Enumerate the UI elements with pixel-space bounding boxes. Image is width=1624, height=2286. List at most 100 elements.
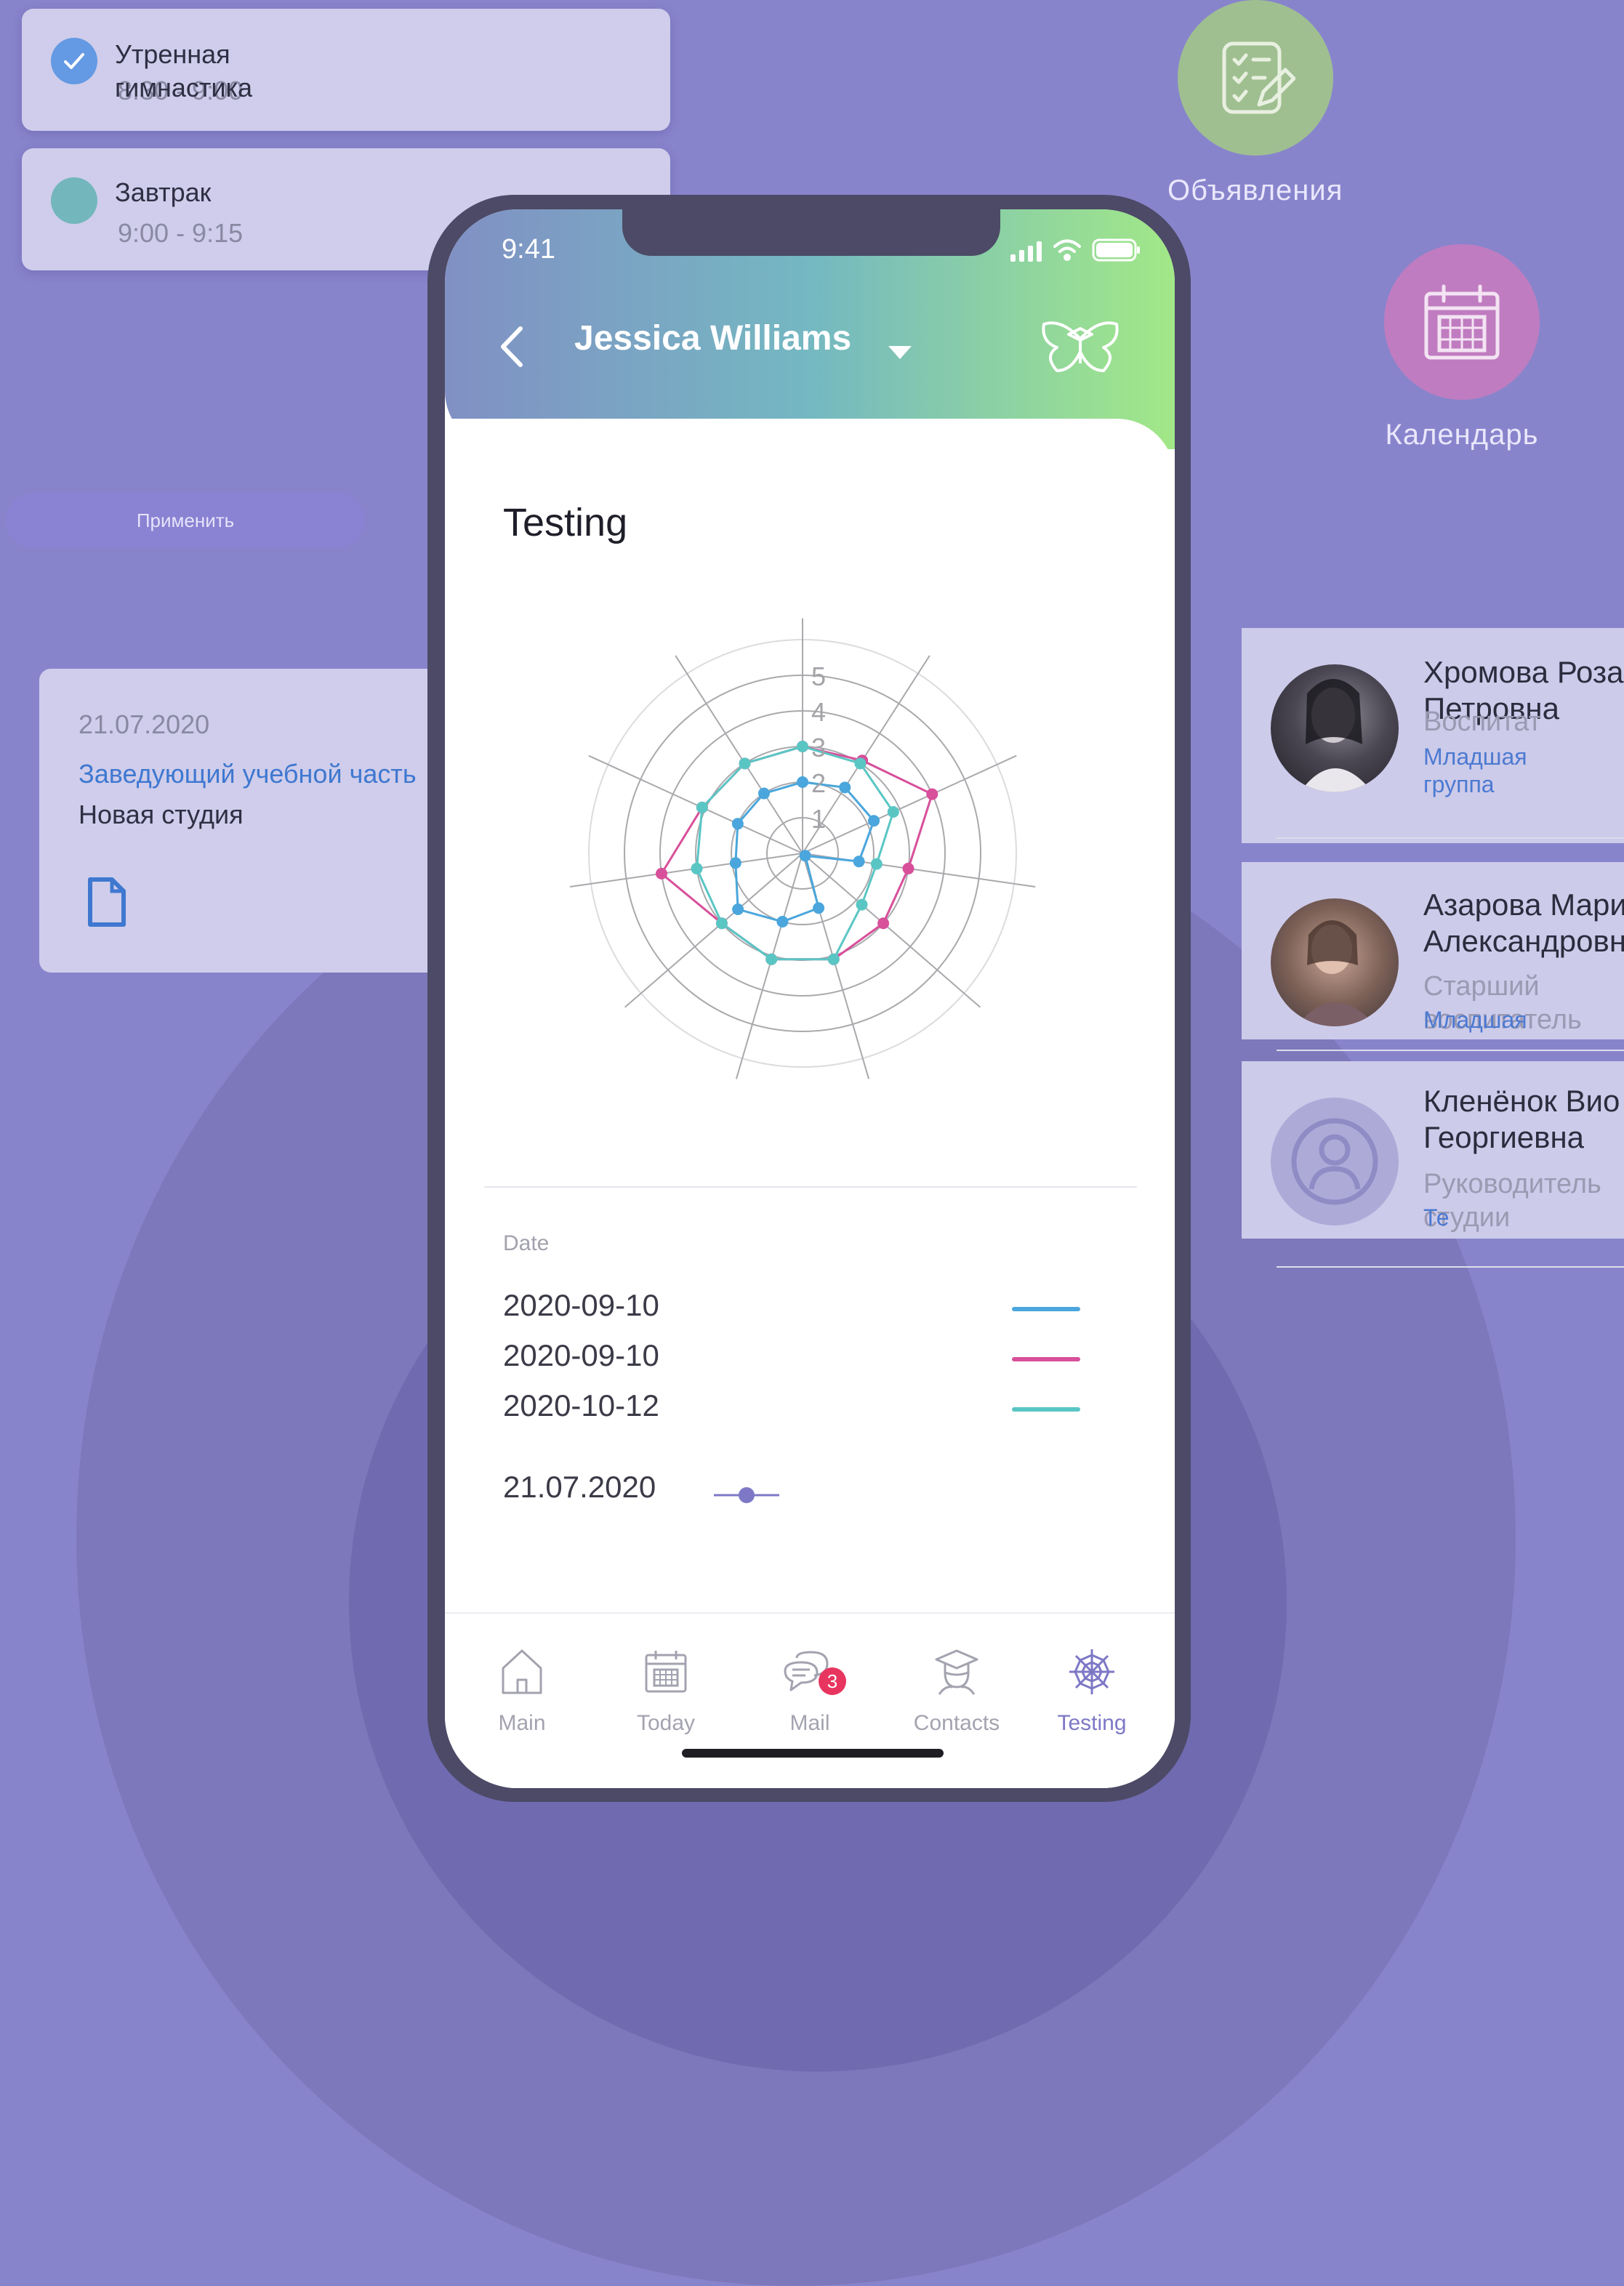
radar-point [655,867,667,880]
checklist-pencil-icon [1177,0,1333,156]
signal-icon [1009,240,1045,265]
legend-line-teal [1012,1407,1080,1412]
radar-point [877,917,890,930]
radar-point [868,815,880,827]
radar-point [854,757,867,770]
avatar [1271,664,1399,792]
radar-point [729,857,741,869]
radar-chart: 1 2 3 4 5 [569,618,1036,1079]
spiderweb-icon [1026,1643,1157,1701]
legend-line-pink [1012,1357,1080,1361]
radar-point [902,862,914,874]
home-indicator [682,1749,944,1758]
radar-point [691,862,703,874]
contact-divider [1277,837,1624,839]
tab-label: Mail [789,1711,830,1735]
date-slider[interactable] [712,1484,781,1510]
tab-label: Main [498,1711,546,1735]
header-name[interactable]: Jessica Williams [574,318,851,358]
contact-card[interactable]: Кленёнок Вио Георгиевна Руководитель студи… [1242,1061,1624,1239]
date-row[interactable]: 2020-09-10 [503,1288,659,1323]
radar-point [765,953,778,965]
apply-button[interactable]: Применить [6,493,365,548]
user-placeholder-icon [1271,1098,1399,1225]
contact-group: Тер [1423,1204,1450,1239]
radar-point [870,858,883,870]
task-time: 9:00 - 9:15 [118,218,244,248]
radar-point [827,953,840,965]
document-file-icon[interactable] [87,877,126,931]
radar-spoke [624,853,803,1008]
radar-tick-label: 1 [811,804,826,834]
screen-title: Testing [503,501,628,544]
document-card[interactable]: 21.07.2020 Заведующий учебной часть Нова… [39,669,446,973]
tab-today[interactable]: Today [600,1643,731,1736]
radar-series-line [660,745,934,961]
radar-point [731,818,744,830]
tab-main[interactable]: Main [457,1643,587,1736]
date-row[interactable]: 2020-09-10 [503,1338,659,1373]
back-icon[interactable] [499,326,525,371]
contact-divider [1277,1266,1624,1268]
task-title: Утренная гимнастика [115,39,253,102]
feature-announcements[interactable]: Объявления [1167,0,1343,207]
legend-line-blue [1012,1307,1080,1311]
radar-spoke [802,853,981,1008]
divider [484,1186,1137,1188]
radar-point [776,916,789,928]
status-time: 9:41 [502,234,555,265]
contact-name: Азарова Мари Александровн [1423,888,1624,958]
radar-tick-label: 3 [811,733,826,762]
radar-point [797,776,808,788]
radar-tick-label: 4 [811,697,826,727]
contact-card[interactable]: Азарова Мари Александровн Старший воспитат… [1242,862,1624,1039]
feature-label: Объявления [1167,174,1343,206]
document-title: Новая студия [79,800,244,829]
radar-spoke [735,853,803,1079]
radar-point [813,902,825,914]
radar-tick-label: 2 [811,768,826,798]
contact-group: Младшаягруппа [1423,1007,1527,1039]
radar-point [715,917,728,930]
chevron-down-icon[interactable] [887,345,913,364]
contact-group: Младшаягруппа [1423,744,1527,797]
radar-point [926,788,938,800]
graduate-icon [891,1643,1022,1701]
radar-spoke [569,853,803,888]
avatar [1271,898,1399,1026]
document-date: 21.07.2020 [79,709,210,739]
notch [622,209,1000,256]
phone-screen: 9:41 Jessica Williams Testing 1 2 3 4 5 Date… [445,209,1175,1788]
task-title: Завтрак [115,177,212,207]
tab-contacts[interactable]: Contacts [891,1643,1022,1736]
home-icon [457,1643,587,1701]
document-author[interactable]: Заведующий учебной часть [79,759,417,789]
radar-point [856,898,868,911]
date-row[interactable]: 2020-10-12 [503,1388,659,1423]
feature-calendar[interactable]: Календарь [1384,244,1540,451]
radar-point [887,806,899,818]
radar-point [758,787,771,800]
battery-icon [1092,238,1141,265]
radar-point [732,903,744,916]
contact-card[interactable]: Хромова Роза Петровна Воспитат Младшая гру… [1242,628,1624,843]
contact-name: Кленёнок Вио Георгиевна [1423,1084,1620,1154]
radar-point [799,850,811,862]
check-icon [51,38,97,84]
radar-point [696,801,708,813]
tab-label: Testing [1057,1711,1127,1735]
date-heading: Date [503,1231,550,1255]
contact-role: Воспитат [1423,707,1541,737]
tab-testing[interactable]: Testing [1026,1643,1157,1736]
notification-badge: 3 [819,1667,846,1695]
task-card-morning-exercise[interactable]: 8:30 - 9:00 Утренная гимнастика [22,9,670,131]
tab-label: Today [636,1711,696,1735]
feature-label: Календарь [1385,419,1539,451]
contact-divider [1277,1050,1624,1051]
radar-point [853,856,865,868]
tab-mail[interactable]: 3 Mail [744,1643,875,1736]
butterfly-logo-icon[interactable] [1040,320,1121,379]
contact-role: Руководитель студии [1423,1169,1601,1233]
radar-point [839,781,851,794]
slider-date: 21.07.2020 [503,1470,656,1504]
